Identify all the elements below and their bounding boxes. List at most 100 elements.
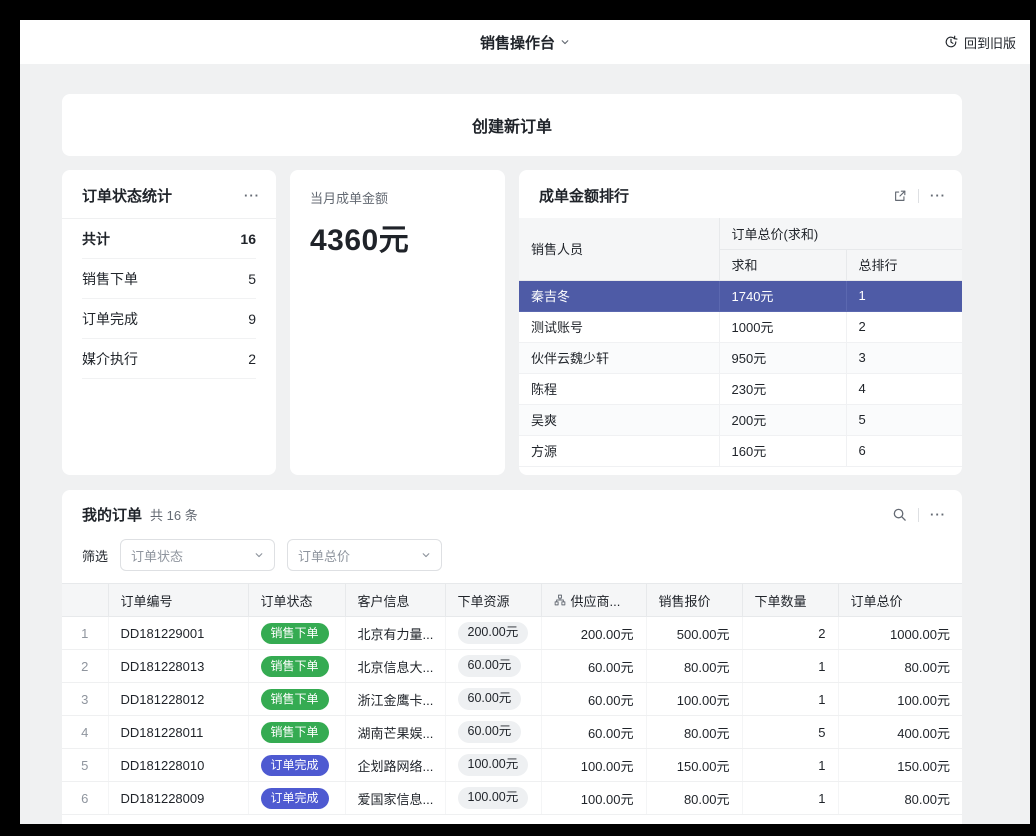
ranking-name: 方源: [519, 435, 719, 466]
orders-count: 共 16 条: [150, 505, 198, 524]
my-orders-card: 我的订单 共 16 条 ··· 筛选 订单状态: [62, 490, 962, 824]
status-row-label: 共计: [82, 229, 110, 249]
ranking-row[interactable]: 吴爽 200元 5: [519, 404, 962, 435]
order-id: DD181228011: [108, 716, 248, 749]
order-id: DD181228010: [108, 749, 248, 782]
col-qty[interactable]: 下单数量: [742, 584, 838, 617]
col-quote[interactable]: 销售报价: [646, 584, 742, 617]
back-to-old-version-button[interactable]: 回到旧版: [944, 33, 1030, 52]
status-badge: 订单完成: [261, 788, 329, 809]
ranking-rank: 3: [846, 342, 962, 373]
order-qty: 1: [742, 683, 838, 716]
ranking-name: 陈程: [519, 373, 719, 404]
status-row-media[interactable]: 媒介执行 2: [82, 339, 256, 379]
order-row[interactable]: 1 DD181229001 销售下单 北京有力量... 200.00元 200.…: [62, 617, 962, 650]
status-row-value: 2: [248, 351, 256, 367]
order-total-filter-select[interactable]: 订单总价: [287, 539, 442, 571]
orders-table: 订单编号 订单状态 客户信息 下单资源 供应商...: [62, 583, 962, 815]
ranking-rank: 4: [846, 373, 962, 404]
ranking-rank: 2: [846, 311, 962, 342]
ranking-col-rank[interactable]: 总排行: [846, 249, 962, 280]
order-id: DD181228013: [108, 650, 248, 683]
create-order-button[interactable]: 创建新订单: [62, 94, 962, 156]
resource-pill: 60.00元: [458, 721, 522, 743]
col-total[interactable]: 订单总价: [838, 584, 962, 617]
back-to-old-version-label: 回到旧版: [964, 33, 1016, 52]
col-customer[interactable]: 客户信息: [345, 584, 445, 617]
create-order-label: 创建新订单: [472, 113, 552, 137]
dashboard-switcher[interactable]: 销售操作台: [480, 32, 570, 53]
order-row[interactable]: 4 DD181228011 销售下单 湖南芒果娱... 60.00元 60.00…: [62, 716, 962, 749]
dashboard-content: 创建新订单 订单状态统计 ··· 共计 16 销售下单 5: [20, 64, 1030, 824]
col-supplier[interactable]: 供应商...: [541, 584, 646, 617]
col-resource[interactable]: 下单资源: [445, 584, 541, 617]
ranking-col-person[interactable]: 销售人员: [519, 218, 719, 280]
status-row-sales[interactable]: 销售下单 5: [82, 259, 256, 299]
order-status-filter-select[interactable]: 订单状态: [120, 539, 275, 571]
stats-cards-row: 订单状态统计 ··· 共计 16 销售下单 5 订单完成 9: [62, 170, 962, 475]
sales-quote: 80.00元: [646, 782, 742, 815]
more-icon[interactable]: ···: [930, 508, 946, 521]
filter-label: 筛选: [82, 546, 108, 565]
ranking-table: 销售人员 订单总价(求和) 求和 总排行 秦吉冬 1740元 1: [519, 218, 962, 467]
ranking-row[interactable]: 秦吉冬 1740元 1: [519, 280, 962, 311]
status-badge: 销售下单: [261, 722, 329, 743]
order-row[interactable]: 5 DD181228010 订单完成 企划路网络... 100.00元 100.…: [62, 749, 962, 782]
row-number-header: [62, 584, 108, 617]
supplier-price: 100.00元: [541, 749, 646, 782]
more-icon[interactable]: ···: [930, 189, 946, 202]
order-qty: 2: [742, 617, 838, 650]
ranking-row[interactable]: 方源 160元 6: [519, 435, 962, 466]
monthly-amount-card: 当月成单金额 4360元: [290, 170, 505, 475]
customer: 企划路网络...: [345, 749, 445, 782]
sales-quote: 500.00元: [646, 617, 742, 650]
orders-card-title: 我的订单: [82, 504, 142, 525]
col-order-id[interactable]: 订单编号: [108, 584, 248, 617]
status-badge: 销售下单: [261, 689, 329, 710]
resource: 60.00元: [445, 683, 541, 716]
chevron-down-icon: [421, 550, 431, 560]
status-row-total[interactable]: 共计 16: [82, 219, 256, 259]
order-row[interactable]: 2 DD181228013 销售下单 北京信息大... 60.00元 60.00…: [62, 650, 962, 683]
status-row-complete[interactable]: 订单完成 9: [82, 299, 256, 339]
order-row[interactable]: 6 DD181228009 订单完成 爱国家信息... 100.00元 100.…: [62, 782, 962, 815]
order-row[interactable]: 3 DD181228012 销售下单 浙江金鹰卡... 60.00元 60.00…: [62, 683, 962, 716]
supplier-price: 60.00元: [541, 716, 646, 749]
customer: 北京有力量...: [345, 617, 445, 650]
resource: 60.00元: [445, 650, 541, 683]
col-order-status[interactable]: 订单状态: [248, 584, 345, 617]
resource-pill: 100.00元: [458, 787, 529, 809]
status-badge: 销售下单: [261, 656, 329, 677]
row-number: 2: [62, 650, 108, 683]
more-icon[interactable]: ···: [244, 189, 260, 202]
history-icon: [944, 35, 958, 49]
ranking-row[interactable]: 陈程 230元 4: [519, 373, 962, 404]
customer: 浙江金鹰卡...: [345, 683, 445, 716]
resource-pill: 60.00元: [458, 688, 522, 710]
ranking-name: 吴爽: [519, 404, 719, 435]
order-total: 80.00元: [838, 650, 962, 683]
sales-quote: 80.00元: [646, 716, 742, 749]
search-icon[interactable]: [892, 507, 907, 522]
resource: 100.00元: [445, 749, 541, 782]
page-title: 销售操作台: [480, 32, 555, 53]
app-window: 销售操作台 回到旧版 创建新订单 订单状态统计 ···: [20, 20, 1030, 824]
monthly-amount-value: 4360元: [310, 215, 485, 259]
supplier-price: 60.00元: [541, 650, 646, 683]
status-row-value: 9: [248, 311, 256, 327]
ranking-row[interactable]: 伙伴云魏少轩 950元 3: [519, 342, 962, 373]
ranking-card-title: 成单金额排行: [539, 185, 629, 206]
ranking-sum: 230元: [719, 373, 846, 404]
ranking-col-sum[interactable]: 求和: [719, 249, 846, 280]
lookup-icon: [554, 594, 566, 606]
supplier-price: 200.00元: [541, 617, 646, 650]
customer: 北京信息大...: [345, 650, 445, 683]
ranking-row[interactable]: 测试账号 1000元 2: [519, 311, 962, 342]
ranking-name: 测试账号: [519, 311, 719, 342]
order-total: 80.00元: [838, 782, 962, 815]
order-status: 销售下单: [248, 716, 345, 749]
ranking-col-group[interactable]: 订单总价(求和): [719, 218, 962, 249]
order-status: 订单完成: [248, 749, 345, 782]
export-icon[interactable]: [893, 189, 907, 203]
order-qty: 5: [742, 716, 838, 749]
